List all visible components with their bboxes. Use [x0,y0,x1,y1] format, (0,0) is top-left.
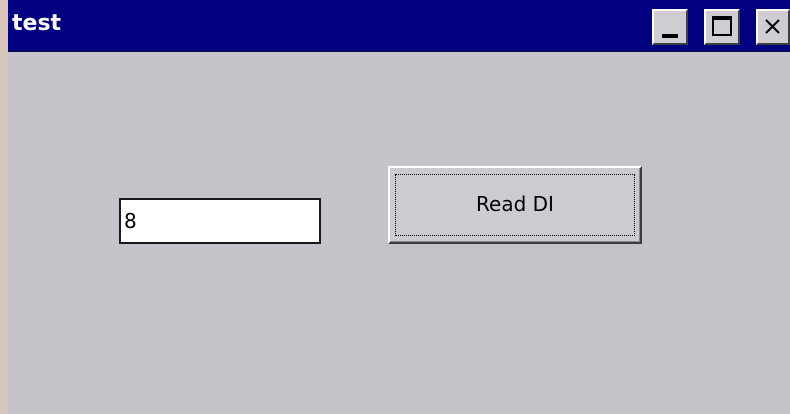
value-input[interactable] [119,198,321,244]
close-icon [765,19,780,34]
maximize-button[interactable] [704,9,740,45]
maximize-icon [712,16,732,36]
read-di-button-label: Read DI [476,192,554,216]
read-di-button[interactable]: Read DI [388,166,642,244]
window-title: test [12,11,62,36]
close-button[interactable] [756,9,790,45]
minimize-button[interactable] [652,9,688,45]
app-window: test Read DI [0,0,790,414]
title-bar[interactable]: test [8,0,790,52]
minimize-icon [662,34,678,38]
